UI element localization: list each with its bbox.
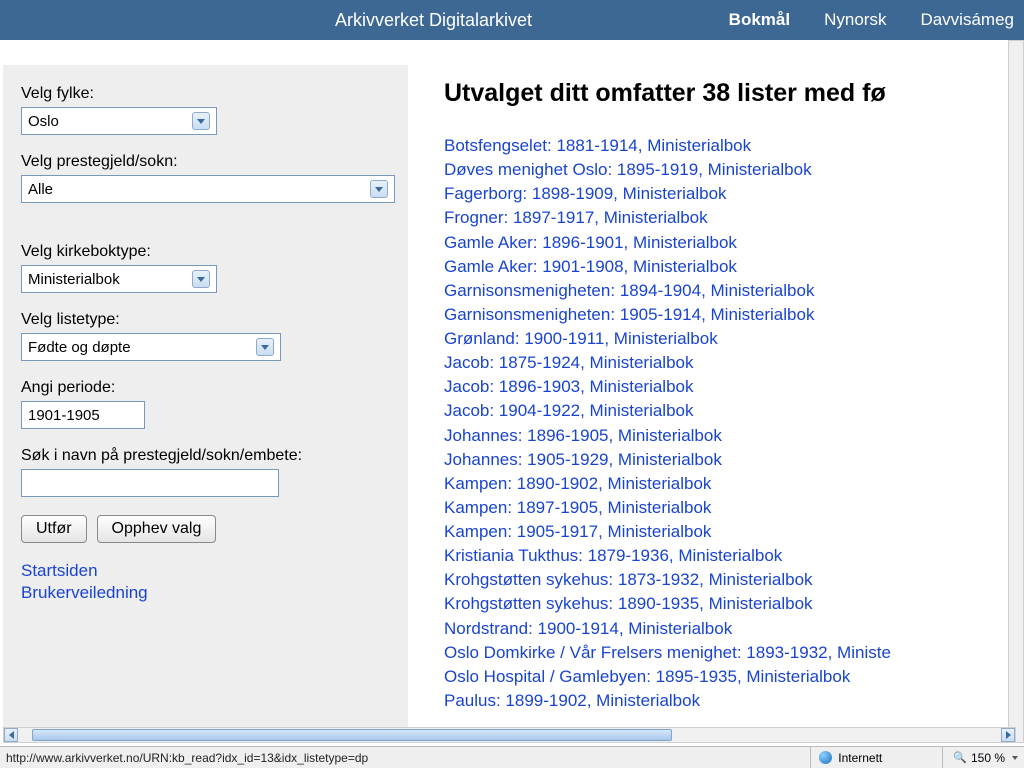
status-url: http://www.arkivverket.no/URN:kb_read?id… <box>6 751 810 765</box>
result-link[interactable]: Botsfengselet: 1881-1914, Ministerialbok <box>444 134 1018 158</box>
result-link[interactable]: Frogner: 1897-1917, Ministerialbok <box>444 206 1018 230</box>
result-link[interactable]: Jacob: 1904-1922, Ministerialbok <box>444 399 1018 423</box>
vertical-scrollbar[interactable] <box>1008 40 1024 743</box>
zoom-icon: 🔍 <box>953 751 967 764</box>
result-link[interactable]: Døves menighet Oslo: 1895-1919, Minister… <box>444 158 1018 182</box>
result-link[interactable]: Fagerborg: 1898-1909, Ministerialbok <box>444 182 1018 206</box>
result-link[interactable]: Kampen: 1905-1917, Ministerialbok <box>444 520 1018 544</box>
fylke-select[interactable]: Oslo <box>21 107 217 135</box>
result-link[interactable]: Johannes: 1905-1929, Ministerialbok <box>444 448 1018 472</box>
result-link[interactable]: Paulus: 1899-1902, Ministerialbok <box>444 689 1018 713</box>
language-switch: Bokmål Nynorsk Davvisámeg <box>729 0 1024 40</box>
result-link[interactable]: Garnisonsmenigheten: 1894-1904, Minister… <box>444 279 1018 303</box>
result-link[interactable]: Jacob: 1875-1924, Ministerialbok <box>444 351 1018 375</box>
link-startsiden[interactable]: Startsiden <box>21 561 390 581</box>
content-area: Velg fylke: Oslo Velg prestegjeld/sokn: … <box>0 40 1024 733</box>
submit-button[interactable]: Utfør <box>21 515 87 543</box>
lang-nynorsk[interactable]: Nynorsk <box>824 10 886 30</box>
sok-input[interactable] <box>21 469 279 497</box>
result-link[interactable]: Oslo Domkirke / Vår Frelsers menighet: 1… <box>444 641 1018 665</box>
result-link[interactable]: Grønland: 1900-1911, Ministerialbok <box>444 327 1018 351</box>
result-link[interactable]: Jacob: 1896-1903, Ministerialbok <box>444 375 1018 399</box>
status-bar: http://www.arkivverket.no/URN:kb_read?id… <box>0 746 1024 768</box>
filter-sidebar: Velg fylke: Oslo Velg prestegjeld/sokn: … <box>3 65 408 733</box>
zone-text: Internett <box>838 751 882 765</box>
zoom-control[interactable]: 🔍 150 % <box>942 747 1018 768</box>
listetype-select[interactable]: Fødte og døpte <box>21 333 281 361</box>
result-link[interactable]: Gamle Aker: 1896-1901, Ministerialbok <box>444 231 1018 255</box>
scroll-thumb[interactable] <box>32 729 672 741</box>
sokn-select[interactable]: Alle <box>21 175 395 203</box>
chevron-down-icon <box>256 338 274 356</box>
result-link[interactable]: Oslo Hospital / Gamlebyen: 1895-1935, Mi… <box>444 665 1018 689</box>
lang-bokmal[interactable]: Bokmål <box>729 10 790 30</box>
scroll-left-icon[interactable] <box>4 728 18 742</box>
sok-label: Søk i navn på prestegjeld/sokn/embete: <box>21 447 390 465</box>
zoom-value: 150 % <box>971 751 1005 765</box>
reset-button[interactable]: Opphev valg <box>97 515 217 543</box>
periode-label: Angi periode: <box>21 379 390 397</box>
result-link[interactable]: Kristiania Tukthus: 1879-1936, Ministeri… <box>444 544 1018 568</box>
listetype-value: Fødte og døpte <box>28 339 131 356</box>
boktype-select[interactable]: Ministerialbok <box>21 265 217 293</box>
site-title: Arkivverket Digitalarkivet <box>335 10 532 31</box>
results-heading: Utvalget ditt omfatter 38 lister med fø <box>444 79 1018 108</box>
result-link[interactable]: Johannes: 1896-1905, Ministerialbok <box>444 424 1018 448</box>
chevron-down-icon <box>192 112 210 130</box>
result-link[interactable]: Gamle Aker: 1901-1908, Ministerialbok <box>444 255 1018 279</box>
result-link[interactable]: Kampen: 1890-1902, Ministerialbok <box>444 472 1018 496</box>
result-link[interactable]: Krohgstøtten sykehus: 1873-1932, Ministe… <box>444 568 1018 592</box>
lang-davvisameg[interactable]: Davvisámeg <box>920 10 1014 30</box>
fylke-label: Velg fylke: <box>21 85 390 103</box>
sokn-value: Alle <box>28 181 53 198</box>
result-link[interactable]: Krohgstøtten sykehus: 1890-1935, Ministe… <box>444 592 1018 616</box>
results-pane: Utvalget ditt omfatter 38 lister med fø … <box>408 65 1024 733</box>
link-brukerveiledning[interactable]: Brukerveiledning <box>21 583 390 603</box>
globe-icon <box>819 751 832 764</box>
boktype-value: Ministerialbok <box>28 271 120 288</box>
result-list: Botsfengselet: 1881-1914, Ministerialbok… <box>444 134 1018 713</box>
sokn-label: Velg prestegjeld/sokn: <box>21 153 390 171</box>
periode-input[interactable] <box>21 401 145 429</box>
result-link[interactable]: Nordstrand: 1900-1914, Ministerialbok <box>444 617 1018 641</box>
result-link[interactable]: Kampen: 1897-1905, Ministerialbok <box>444 496 1018 520</box>
result-link[interactable]: Garnisonsmenigheten: 1905-1914, Minister… <box>444 303 1018 327</box>
security-zone: Internett <box>810 747 882 768</box>
header-bar: Arkivverket Digitalarkivet Bokmål Nynors… <box>0 0 1024 40</box>
listetype-label: Velg listetype: <box>21 311 390 329</box>
chevron-down-icon <box>370 180 388 198</box>
chevron-down-icon <box>192 270 210 288</box>
chevron-down-icon <box>1012 756 1018 760</box>
scroll-right-icon[interactable] <box>1001 728 1015 742</box>
boktype-label: Velg kirkeboktype: <box>21 243 390 261</box>
fylke-value: Oslo <box>28 113 59 130</box>
horizontal-scrollbar[interactable] <box>3 727 1016 743</box>
